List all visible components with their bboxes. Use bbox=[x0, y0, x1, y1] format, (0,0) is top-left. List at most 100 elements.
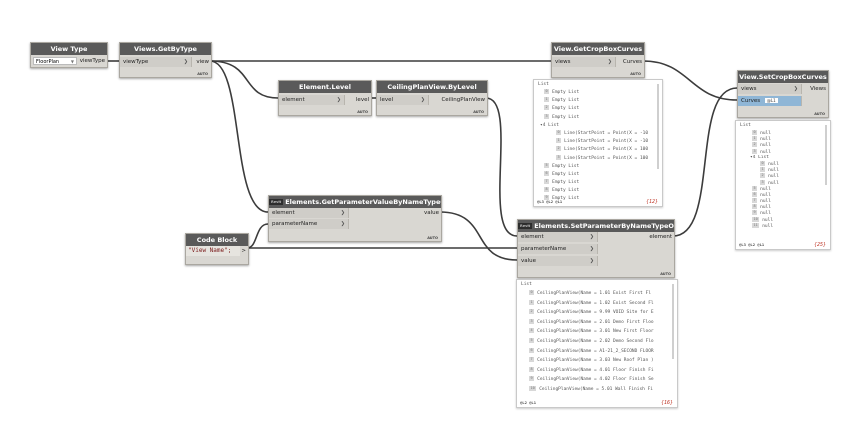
node-view-type[interactable]: View Type FloorPlan ▼ viewType bbox=[30, 42, 108, 68]
input-port-value[interactable]: value ❯ bbox=[518, 256, 598, 266]
port-label: Curves bbox=[741, 98, 761, 104]
output-port-viewtype[interactable]: viewType bbox=[77, 56, 107, 66]
list-index: 2 bbox=[529, 309, 535, 315]
lacing-indicator[interactable]: AUTO bbox=[814, 112, 825, 116]
node-title: Code Block bbox=[186, 234, 248, 246]
list-item-text: null bbox=[762, 223, 774, 229]
node-element-level[interactable]: Element.Level element ❯ level AUTO bbox=[278, 80, 372, 116]
list-level-tag[interactable]: @L1 bbox=[764, 98, 778, 103]
list-item: 4 CeilingPlanView(Name = 3.01 New First F… bbox=[529, 327, 669, 337]
list-item: 6 Empty List bbox=[538, 170, 654, 179]
preview-setparameter[interactable]: List 0 CeilingPlanView(Name = 1.01 Exist … bbox=[516, 279, 678, 408]
node-getparametervalue[interactable]: Revit Elements.GetParameterValueByNameTyp… bbox=[268, 195, 442, 242]
chevron-right-icon: ❯ bbox=[340, 221, 345, 227]
chevron-right-icon: ❯ bbox=[183, 59, 188, 65]
list-item-text: CeilingPlanView(Name = 2.01 Demo First F… bbox=[537, 319, 654, 325]
list-item-text: Line(StartPoint = Point(X = -10 bbox=[564, 130, 649, 136]
output-port-code[interactable]: > bbox=[238, 246, 248, 256]
chevron-right-icon: ❯ bbox=[793, 86, 798, 92]
node-view-setcropboxcurves[interactable]: View.SetCropBoxCurves views ❯ Curves @L1… bbox=[737, 70, 829, 118]
node-view-getcropboxcurves[interactable]: View.GetCropBoxCurves views ❯ Curves AUT… bbox=[551, 42, 645, 78]
node-title: RevitElements.SetParameterByNameTypeOrIn… bbox=[518, 220, 674, 232]
input-port-element[interactable]: element ❯ bbox=[269, 208, 349, 218]
list-index: 2 bbox=[556, 146, 562, 152]
list-index: 6 bbox=[529, 347, 535, 353]
code-editor[interactable]: "View Name"; bbox=[186, 246, 240, 256]
port-label: parameterName bbox=[521, 246, 567, 252]
list-index: 7 bbox=[529, 357, 535, 363]
list-item: 3 Line(StartPoint = Point(X = 100 bbox=[538, 154, 654, 163]
list-item: 0 Empty List bbox=[538, 89, 654, 97]
list-index: 8 bbox=[544, 187, 550, 193]
output-port-element[interactable]: element bbox=[598, 232, 674, 242]
item-count: {25} bbox=[813, 242, 826, 248]
output-port-view[interactable]: view bbox=[192, 57, 211, 67]
input-port-parametername[interactable]: parameterName ❯ bbox=[518, 244, 598, 254]
output-port-views[interactable]: Views bbox=[802, 84, 828, 94]
list-item: 7 CeilingPlanView(Name = 3.03 New Roof Pl… bbox=[529, 356, 669, 366]
input-port-element[interactable]: element ❯ bbox=[518, 232, 598, 242]
list-index: 1 bbox=[529, 299, 535, 305]
wire-code-to-getparam bbox=[246, 223, 269, 249]
node-setparameter[interactable]: RevitElements.SetParameterByNameTypeOrIn… bbox=[517, 219, 675, 278]
list-item-text: Empty List bbox=[552, 163, 580, 169]
preview-getcropboxcurves[interactable]: List 0 Empty List 1 Empty List 2 Empty List 3 E… bbox=[533, 79, 663, 207]
list-item-text: null bbox=[760, 211, 771, 217]
scrollbar[interactable] bbox=[825, 125, 827, 185]
lacing-indicator[interactable]: AUTO bbox=[630, 72, 641, 76]
list-index: 2 bbox=[752, 142, 758, 148]
output-port-level[interactable]: level bbox=[345, 95, 371, 105]
list-index: 5 bbox=[529, 337, 535, 343]
list-index: 1 bbox=[752, 136, 758, 142]
port-label: element bbox=[521, 234, 544, 240]
input-port-level[interactable]: level ❯ bbox=[377, 95, 429, 105]
output-port-curves[interactable]: Curves bbox=[616, 57, 644, 67]
lacing-indicator[interactable]: AUTO bbox=[660, 272, 671, 276]
input-port-views[interactable]: views ❯ bbox=[552, 57, 616, 67]
list-index: 0 bbox=[529, 290, 535, 295]
lacing-indicator[interactable]: AUTO bbox=[197, 72, 208, 76]
list-item-text: null bbox=[768, 174, 779, 180]
item-count: {16} bbox=[660, 400, 673, 406]
input-port-parametername[interactable]: parameterName ❯ bbox=[269, 219, 349, 229]
list-index: 3 bbox=[544, 113, 550, 119]
preview-title: List bbox=[538, 82, 549, 87]
input-port-curves[interactable]: Curves @L1 bbox=[738, 96, 802, 106]
node-title: View.GetCropBoxCurves bbox=[552, 43, 644, 55]
output-port-ceilingplanview[interactable]: CeilingPlanView bbox=[429, 95, 487, 105]
list-item: 6 CeilingPlanView(Name = A1-21_2_SECOND F… bbox=[529, 347, 669, 357]
input-port-views[interactable]: views ❯ bbox=[738, 84, 802, 94]
output-port-value[interactable]: value bbox=[349, 208, 441, 218]
list-item: 2 Empty List bbox=[538, 105, 654, 113]
list-item-text: CeilingPlanView(Name = 9.99 VOID Site fo… bbox=[537, 310, 654, 316]
input-port-viewtype[interactable]: viewType ❯ bbox=[120, 57, 192, 67]
list-item-text: CeilingPlanView(Name = 4.02 Floor Finish… bbox=[537, 377, 654, 383]
lacing-indicator[interactable]: AUTO bbox=[357, 110, 368, 114]
list-item-text: CeilingPlanView(Name = A1-21_2_SECOND FL… bbox=[537, 348, 654, 354]
scrollbar[interactable] bbox=[657, 84, 659, 169]
list-item: 8 Empty List bbox=[538, 187, 654, 195]
preview-setcropboxcurves[interactable]: List 0 null 1 null 2 null 3 null ▾4 List 0 null 1 nu… bbox=[735, 120, 831, 250]
list-levels[interactable]: @L3 @L2 @L1 bbox=[537, 199, 562, 204]
list-index: 3 bbox=[760, 179, 766, 185]
list-index: 5 bbox=[544, 162, 550, 168]
input-port-element[interactable]: element ❯ bbox=[279, 95, 345, 105]
chevron-right-icon: ❯ bbox=[589, 234, 594, 240]
scrollbar[interactable] bbox=[672, 284, 674, 359]
node-ceilingplanview-bylevel[interactable]: CeilingPlanView.ByLevel level ❯ CeilingP… bbox=[376, 80, 488, 116]
node-code-block[interactable]: Code Block "View Name"; > bbox=[185, 233, 249, 265]
lacing-indicator[interactable]: AUTO bbox=[473, 110, 484, 114]
list-levels[interactable]: @L3 @L2 @L1 bbox=[739, 242, 764, 247]
list-item: 1 Line(StartPoint = Point(X = -10 bbox=[538, 138, 654, 146]
node-title: View Type bbox=[31, 43, 107, 55]
view-type-dropdown[interactable]: FloorPlan ▼ bbox=[33, 57, 77, 65]
node-title: Element.Level bbox=[279, 81, 371, 93]
list-index: 10 bbox=[752, 216, 760, 222]
chevron-right-icon: ❯ bbox=[589, 246, 594, 252]
lacing-indicator[interactable]: AUTO bbox=[427, 236, 438, 240]
preview-list: 0 Empty List 1 Empty List 2 Empty List 3 Empty … bbox=[538, 89, 654, 204]
node-views-getbytype[interactable]: Views.GetByType viewType ❯ view AUTO bbox=[119, 42, 212, 78]
wire-view-to-getparam bbox=[209, 60, 269, 213]
list-levels[interactable]: @L2 @L1 bbox=[520, 400, 536, 405]
list-index: 5 bbox=[752, 185, 758, 191]
